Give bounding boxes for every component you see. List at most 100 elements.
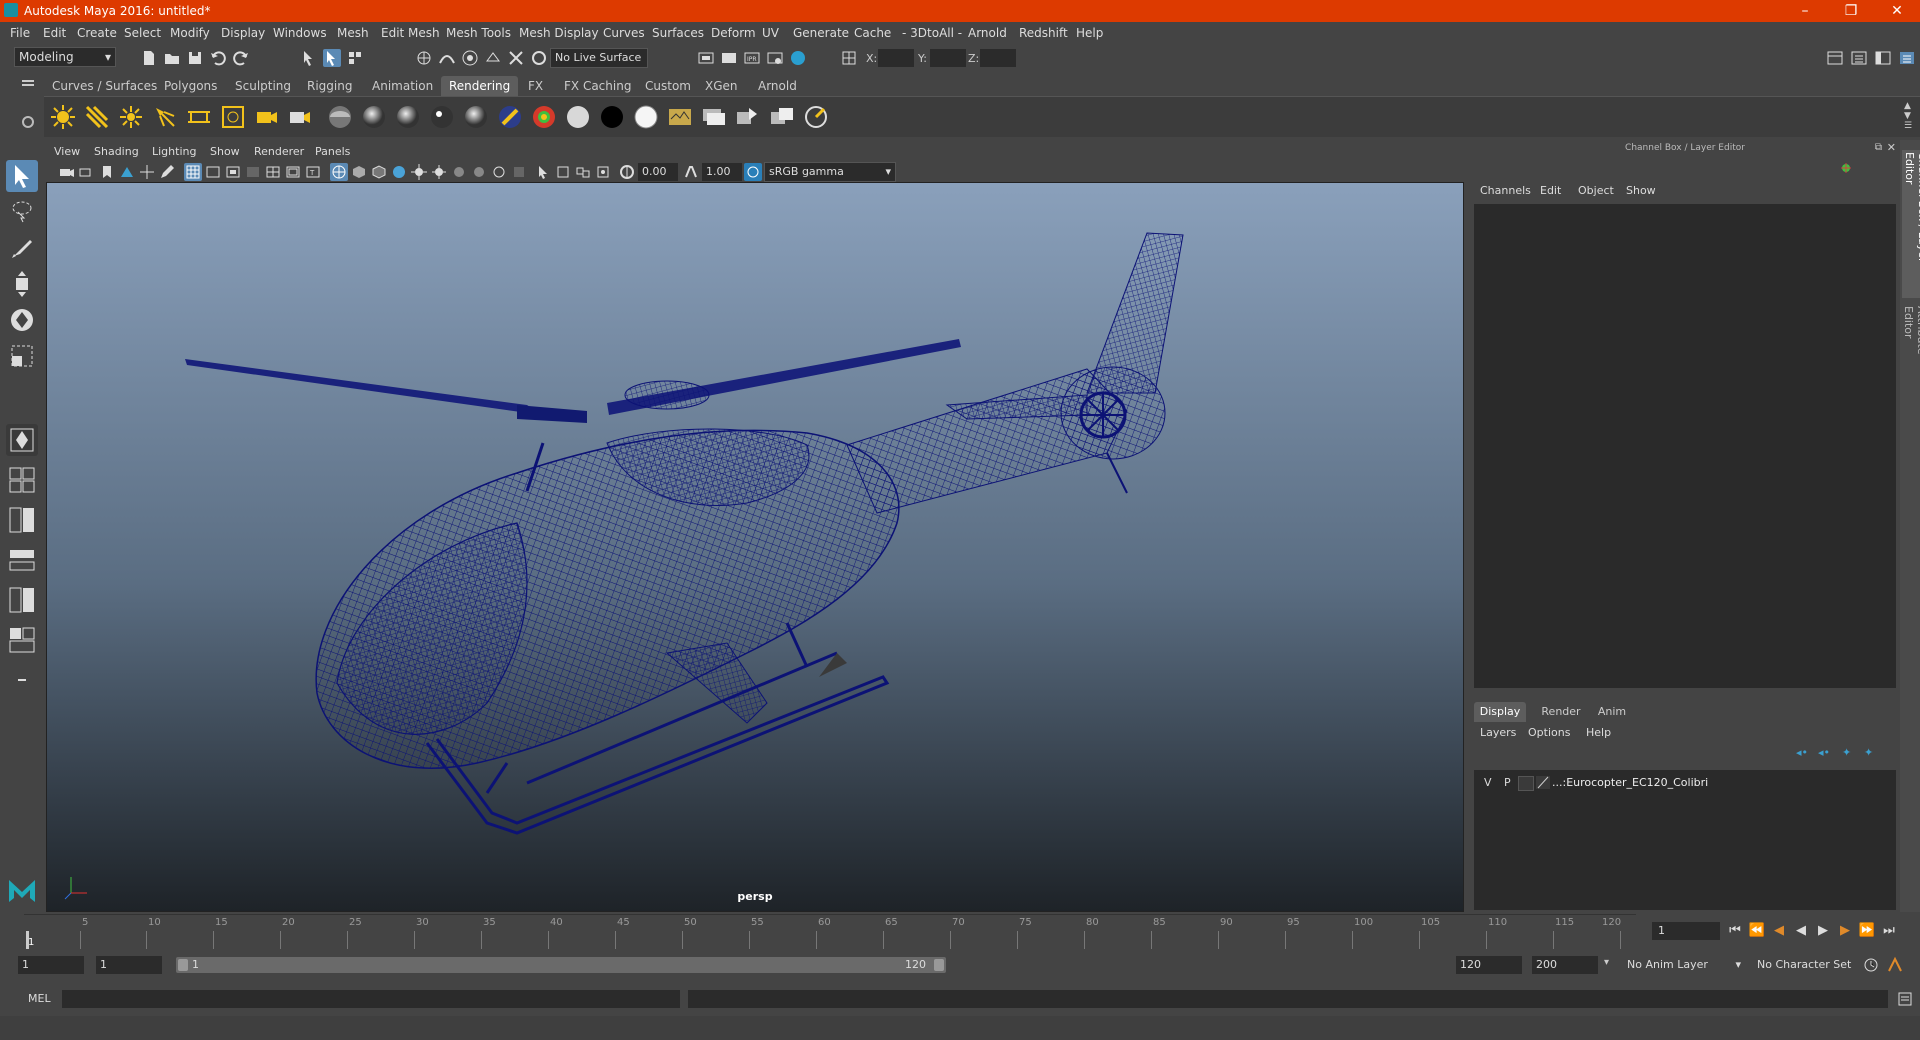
menu-cache[interactable]: Cache — [854, 26, 891, 40]
cb-menu-show[interactable]: Show — [1626, 184, 1656, 197]
area-light-icon[interactable] — [186, 104, 212, 130]
select-object-icon[interactable] — [323, 49, 341, 67]
range-start-handle[interactable] — [178, 959, 188, 971]
move-layer-up-icon[interactable]: ◂• — [1796, 746, 1808, 759]
snap-curve-icon[interactable] — [438, 49, 456, 67]
render-frame-icon[interactable] — [720, 49, 738, 67]
minimize-button[interactable]: – — [1782, 0, 1828, 22]
resolution-gate-icon[interactable] — [224, 163, 242, 181]
animation-preferences-icon[interactable] — [1886, 956, 1904, 974]
animation-end-field[interactable]: 200 — [1532, 956, 1598, 974]
xray-joints-icon[interactable] — [574, 163, 592, 181]
phong-shader-icon[interactable] — [429, 104, 455, 130]
snap-point-icon[interactable] — [461, 49, 479, 67]
tab-rigging[interactable]: Rigging — [299, 76, 360, 96]
vp-menu-show[interactable]: Show — [210, 145, 240, 158]
anim-layer-dropdown[interactable]: No Anim Layer ▾ — [1622, 955, 1746, 975]
menu-uv[interactable]: UV — [762, 26, 779, 40]
open-scene-icon[interactable] — [163, 49, 181, 67]
cb-menu-object[interactable]: Object — [1578, 184, 1614, 197]
menu-edit-mesh[interactable]: Edit Mesh — [381, 26, 440, 40]
render-sequence-icon[interactable] — [769, 104, 795, 130]
xray-icon[interactable] — [554, 163, 572, 181]
tool-settings-toggle-icon[interactable] — [1874, 49, 1892, 67]
redo-icon[interactable] — [232, 49, 250, 67]
close-panel-icon[interactable]: ✕ — [1887, 141, 1896, 154]
xray-components-icon[interactable] — [594, 163, 612, 181]
playback-end-field[interactable]: 120 — [1456, 956, 1522, 974]
undo-icon[interactable] — [209, 49, 227, 67]
multisample-aa-icon[interactable] — [490, 163, 508, 181]
collapse-toolbox-icon[interactable] — [6, 664, 38, 696]
persp-outliner-layout-icon[interactable] — [6, 624, 38, 656]
menu-arnold[interactable]: Arnold — [968, 26, 1007, 40]
tab-curves-surfaces[interactable]: Curves / Surfaces — [44, 76, 165, 96]
menu-windows[interactable]: Windows — [273, 26, 327, 40]
menu-redshift[interactable]: Redshift — [1019, 26, 1068, 40]
film-gate-icon[interactable] — [204, 163, 222, 181]
exposure-icon[interactable] — [618, 163, 636, 181]
tab-custom[interactable]: Custom — [637, 76, 699, 96]
camera-icon[interactable] — [254, 104, 280, 130]
ipr-render-shelf-icon[interactable] — [701, 104, 727, 130]
smooth-shade-icon[interactable] — [350, 163, 368, 181]
channel-box-toggle-icon[interactable] — [1898, 49, 1916, 67]
transform-constraint-icon[interactable] — [840, 49, 858, 67]
shelf-settings-icon[interactable] — [22, 116, 34, 128]
tab-arnold[interactable]: Arnold — [750, 76, 805, 96]
four-view-layout-icon[interactable] — [6, 464, 38, 496]
ambient-light-icon[interactable] — [50, 104, 76, 130]
camera-attributes-icon[interactable] — [78, 163, 96, 181]
menu-3dtoall[interactable]: - 3DtoAll - — [902, 26, 962, 40]
move-tool-icon[interactable] — [6, 268, 38, 300]
gamma-icon[interactable] — [682, 163, 700, 181]
range-end-handle[interactable] — [934, 959, 944, 971]
character-set-dropdown[interactable]: No Character Set — [1752, 955, 1874, 975]
grid-toggle-icon[interactable] — [184, 163, 202, 181]
snap-live-icon[interactable] — [507, 49, 525, 67]
select-tool-icon[interactable] — [6, 160, 38, 192]
select-component-icon[interactable] — [346, 49, 364, 67]
new-layer-from-selected-icon[interactable]: ✦ — [1864, 746, 1873, 759]
render-current-frame-icon[interactable] — [667, 104, 693, 130]
step-forward-key-icon[interactable]: ▶ — [1836, 922, 1854, 940]
vp-menu-renderer[interactable]: Renderer — [254, 145, 304, 158]
color-management-icon[interactable] — [744, 163, 762, 181]
make-live-icon[interactable] — [530, 49, 548, 67]
tab-xgen[interactable]: XGen — [697, 76, 746, 96]
spot-light-icon[interactable] — [152, 104, 178, 130]
layer-playback-toggle[interactable]: P — [1504, 776, 1511, 789]
vp-menu-shading[interactable]: Shading — [94, 145, 139, 158]
workspace-icon[interactable] — [1826, 49, 1844, 67]
menu-deform[interactable]: Deform — [711, 26, 756, 40]
layer-type-toggle[interactable] — [1518, 776, 1534, 791]
current-frame-field[interactable]: 1 — [1652, 922, 1720, 940]
move-layer-down-icon[interactable]: ◂• — [1818, 746, 1830, 759]
menu-select[interactable]: Select — [124, 26, 161, 40]
auto-key-icon[interactable] — [1862, 956, 1880, 974]
sphere-shader-icon[interactable] — [327, 104, 353, 130]
field-chart-icon[interactable] — [264, 163, 282, 181]
batch-render-icon[interactable] — [735, 104, 761, 130]
quad-layout-icon[interactable] — [6, 424, 38, 456]
tab-display[interactable]: Display — [1474, 702, 1526, 722]
menu-curves[interactable]: Curves — [603, 26, 645, 40]
exposure-field[interactable]: 0.00 — [638, 163, 678, 181]
play-forwards-icon[interactable]: ▶ — [1814, 922, 1832, 940]
live-surface-field[interactable]: No Live Surface — [550, 48, 648, 68]
safe-action-icon[interactable] — [284, 163, 302, 181]
tab-anim[interactable]: Anim — [1590, 702, 1634, 722]
two-pane-layout-icon[interactable] — [6, 504, 38, 536]
float-panel-icon[interactable]: ⧉ — [1875, 142, 1882, 153]
wireframe-mode-icon[interactable] — [330, 163, 348, 181]
layer-row[interactable]: V P ...:Eurocopter_EC120_Colibri — [1474, 774, 1896, 792]
tab-fx-caching[interactable]: FX Caching — [556, 76, 639, 96]
go-to-start-icon[interactable]: ⏮ — [1726, 922, 1744, 940]
tab-sculpting[interactable]: Sculpting — [227, 76, 299, 96]
playback-start-field[interactable]: 1 — [96, 956, 162, 974]
tab-rendering[interactable]: Rendering — [441, 76, 519, 96]
cb-menu-edit[interactable]: Edit — [1540, 184, 1561, 197]
cb-menu-channels[interactable]: Channels — [1480, 184, 1531, 197]
time-slider[interactable]: 1 5 10 15 20 25 30 35 40 45 50 55 60 65 … — [24, 914, 1636, 949]
go-to-end-icon[interactable]: ⏭ — [1880, 922, 1898, 940]
